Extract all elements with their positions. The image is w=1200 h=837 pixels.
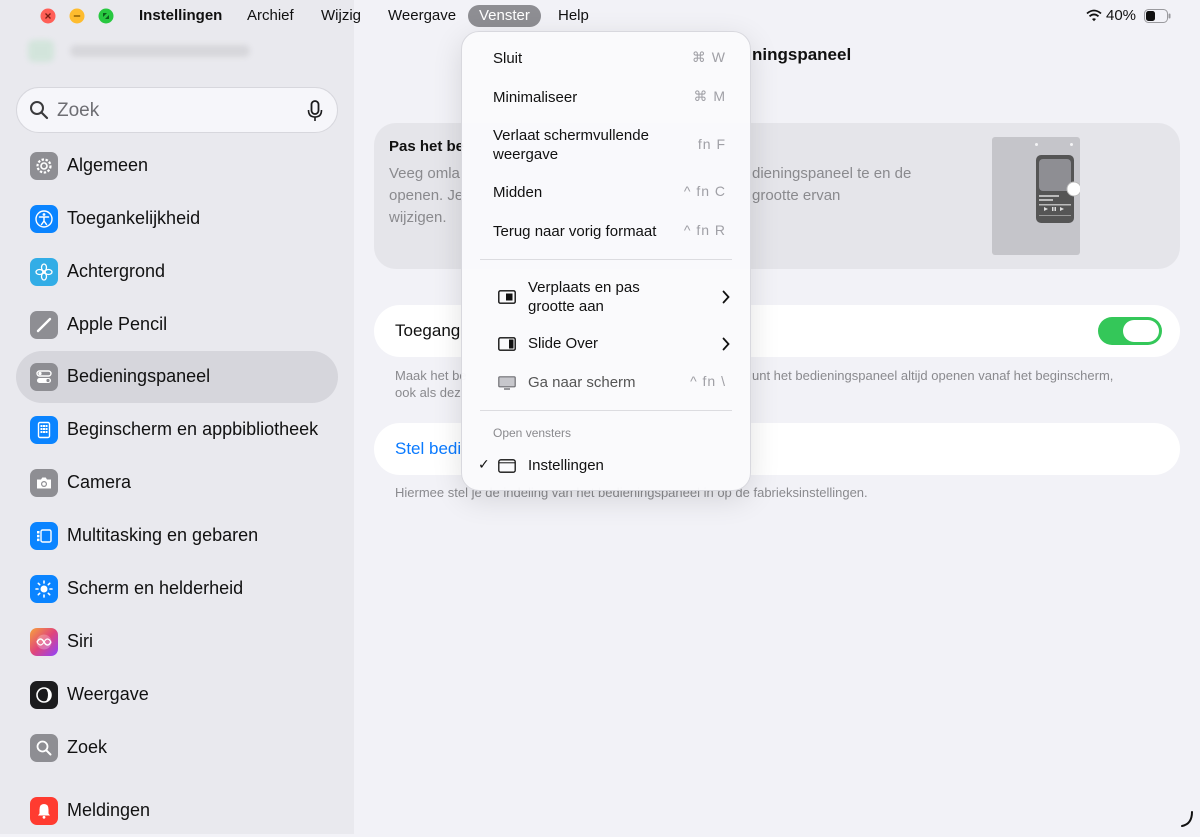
chevron-right-icon — [722, 337, 730, 351]
shortcut-label: ^ fn C — [683, 183, 726, 199]
slide-over-icon — [498, 337, 516, 351]
reset-button-label[interactable]: Stel bedi — [395, 439, 461, 459]
page-title: ningspaneel — [752, 45, 852, 64]
tip-card-desc-right: dieningspaneel te en de grootte ervan — [752, 165, 912, 204]
menu-item-minimaliseer[interactable]: Minimaliseer ⌘ M — [462, 88, 750, 108]
display-icon — [498, 376, 516, 390]
control-center-preview — [992, 137, 1082, 255]
battery-percent: 40% — [1106, 7, 1137, 24]
sidebar-item-algemeen[interactable]: Algemeen — [16, 140, 338, 192]
tip-card-title: Pas het be — [389, 138, 465, 155]
status-area: 40% — [1086, 6, 1186, 26]
menu-item-open-window-instellingen[interactable]: ✓ Instellingen — [462, 456, 750, 476]
search-placeholder: Zoek — [57, 100, 100, 121]
toggles-icon — [30, 363, 58, 391]
menu-separator — [480, 259, 732, 260]
sidebar-item-label: Multitasking en gebaren — [67, 525, 259, 545]
menu-item-verplaats-pas-grootte[interactable]: Verplaats en pas grootte aan — [462, 278, 750, 318]
search-icon — [30, 101, 49, 120]
standby-icon — [30, 681, 58, 709]
multitasking-icon — [30, 522, 58, 550]
microphone-icon[interactable] — [307, 100, 323, 122]
sidebar-item-label: Zoek — [67, 737, 108, 757]
window-resize-icon — [498, 290, 516, 304]
sidebar-item-toegankelijkheid[interactable]: Toegankelijkheid — [16, 193, 338, 245]
sidebar: Zoek Algemeen Toegankelijkheid Achtergro… — [0, 0, 354, 834]
sidebar-item-camera[interactable]: Camera — [16, 457, 338, 509]
sidebar-item-bedieningspaneel[interactable]: Bedieningspaneel — [16, 351, 338, 403]
sidebar-item-label: Bedieningspaneel — [67, 366, 211, 386]
sidebar-item-label: Beginscherm en appbibliotheek — [67, 419, 319, 439]
menu-help[interactable]: Help — [547, 5, 600, 27]
sun-icon — [30, 575, 58, 603]
search-field[interactable]: Zoek — [16, 87, 338, 133]
sidebar-item-label: Meldingen — [67, 800, 151, 820]
menu-item-terug-vorig-formaat[interactable]: Terug naar vorig formaat ^ fn R — [462, 222, 750, 242]
access-toggle-switch[interactable] — [1098, 317, 1162, 345]
access-note-right: unt het bedieningspaneel altijd openen v… — [752, 368, 1114, 383]
access-note-left-line2: ook als dez — [395, 385, 461, 400]
close-window-button[interactable] — [40, 8, 56, 24]
resize-corner-icon[interactable] — [1180, 810, 1194, 828]
sidebar-account-row[interactable] — [20, 36, 320, 66]
sidebar-item-multitasking[interactable]: Multitasking en gebaren — [16, 510, 338, 562]
siri-icon — [30, 628, 58, 656]
sidebar-item-meldingen[interactable]: Meldingen — [16, 785, 338, 837]
accessibility-icon — [30, 205, 58, 233]
shortcut-label: ⌘ M — [693, 88, 726, 104]
sidebar-item-label: Camera — [67, 472, 132, 492]
bell-icon — [30, 797, 58, 825]
menu-item-slide-over[interactable]: Slide Over — [462, 334, 750, 354]
checkmark-icon: ✓ — [478, 456, 490, 472]
pencil-icon — [30, 311, 58, 339]
sidebar-item-label: Siri — [67, 631, 93, 651]
sidebar-item-label: Toegankelijkheid — [67, 208, 201, 228]
minimize-window-button[interactable] — [69, 8, 85, 24]
access-toggle-label: Toegang — [395, 321, 461, 340]
sidebar-item-label: Achtergrond — [67, 261, 166, 281]
sidebar-item-zoek[interactable]: Zoek — [16, 722, 338, 774]
sidebar-item-achtergrond[interactable]: Achtergrond — [16, 246, 338, 298]
shortcut-label: fn F — [697, 136, 726, 152]
venster-menu-dropdown: Sluit ⌘ W Minimaliseer ⌘ M Verlaat scher… — [461, 31, 751, 491]
battery-icon — [1144, 9, 1171, 23]
flower-icon — [30, 258, 58, 286]
menu-archief[interactable]: Archief — [236, 5, 305, 27]
sidebar-item-label: Algemeen — [67, 155, 149, 175]
home-grid-icon — [30, 416, 58, 444]
menu-venster[interactable]: Venster — [468, 5, 541, 27]
zoom-window-button[interactable] — [98, 8, 114, 24]
sidebar-item-label: Weergave — [67, 684, 149, 704]
access-note-left: Maak het be — [395, 368, 467, 383]
sidebar-item-siri[interactable]: Siri — [16, 616, 338, 668]
window-icon — [498, 459, 516, 473]
menu-bar: Instellingen Archief Wijzig Weergave Ven… — [0, 0, 1200, 32]
shortcut-label: ⌘ W — [691, 49, 726, 65]
menu-wijzig[interactable]: Wijzig — [310, 5, 372, 27]
sidebar-item-apple-pencil[interactable]: Apple Pencil — [16, 299, 338, 351]
sidebar-item-weergave[interactable]: Weergave — [16, 669, 338, 721]
sidebar-item-label: Scherm en helderheid — [67, 578, 244, 598]
menu-weergave[interactable]: Weergave — [377, 5, 467, 27]
menu-separator — [480, 410, 732, 411]
menu-item-sluit[interactable]: Sluit ⌘ W — [462, 49, 750, 69]
menu-app-name[interactable]: Instellingen — [128, 5, 233, 27]
camera-icon — [30, 469, 58, 497]
menu-item-ga-naar-scherm[interactable]: Ga naar scherm ^ fn \ — [462, 373, 750, 393]
shortcut-label: ^ fn R — [683, 222, 726, 238]
sidebar-item-label: Apple Pencil — [67, 314, 168, 334]
menu-item-verlaat-schermvullend[interactable]: Verlaat schermvullende weergave fn F — [462, 126, 750, 166]
chevron-right-icon — [722, 290, 730, 304]
shortcut-label: ^ fn \ — [690, 373, 726, 389]
sidebar-item-beginscherm[interactable]: Beginscherm en appbibliotheek — [16, 404, 338, 456]
search-icon — [30, 734, 58, 762]
gear-icon — [30, 152, 58, 180]
wifi-icon — [1086, 9, 1102, 22]
open-windows-header: Open vensters — [493, 426, 572, 440]
sidebar-item-scherm-helderheid[interactable]: Scherm en helderheid — [16, 563, 338, 615]
menu-item-midden[interactable]: Midden ^ fn C — [462, 183, 750, 203]
